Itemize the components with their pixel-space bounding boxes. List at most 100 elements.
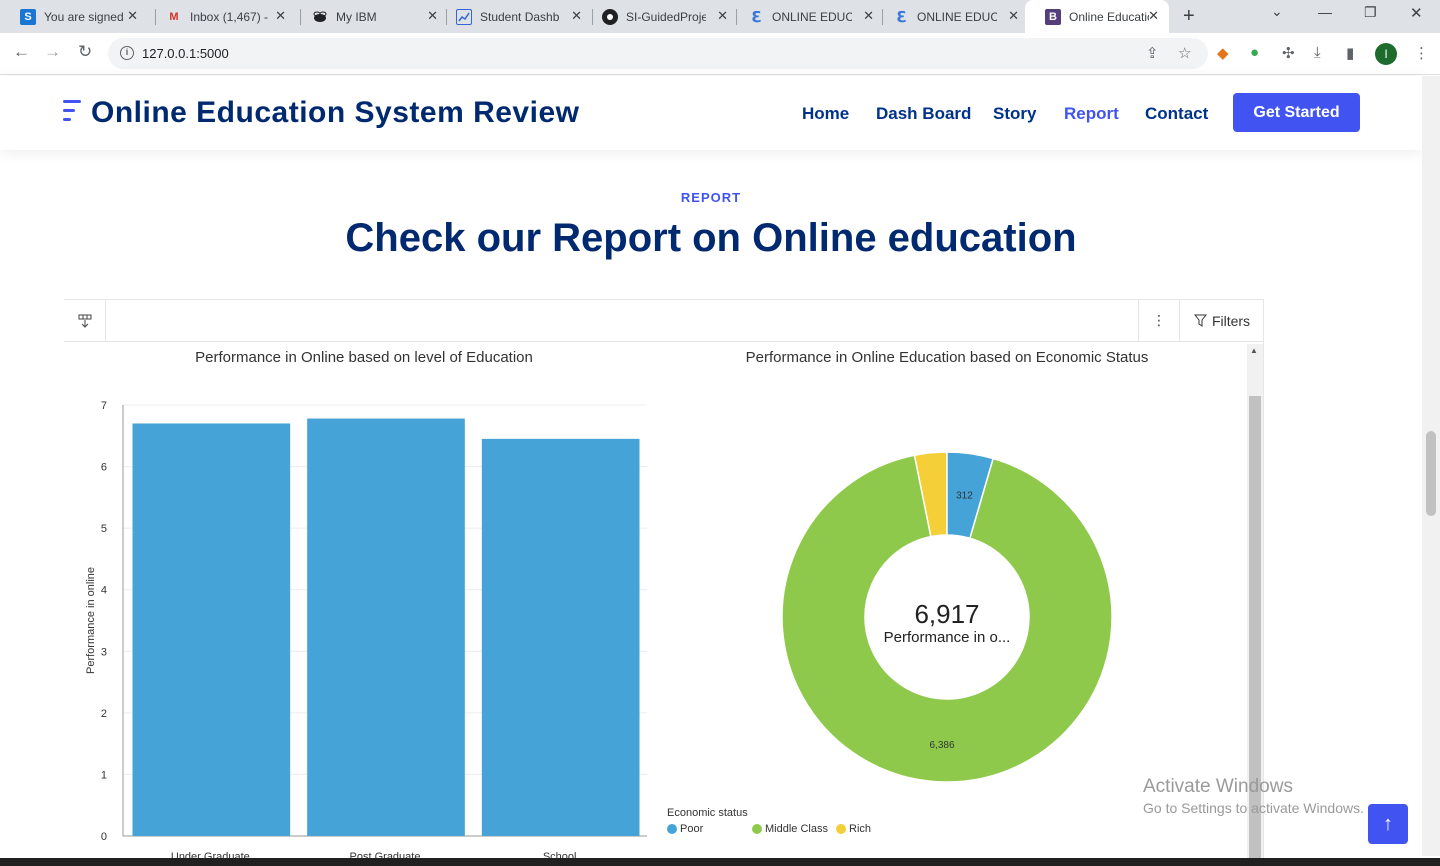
get-started-button[interactable]: Get Started — [1233, 93, 1360, 132]
legend-dot — [836, 824, 846, 834]
legend-title: Economic status — [667, 807, 748, 819]
y-tick-label: 0 — [101, 831, 107, 843]
chart-icon — [456, 8, 472, 25]
browser-tab[interactable]: ℇ ONLINE EDUCA ✕ — [873, 0, 1029, 33]
profile-avatar[interactable]: I — [1375, 43, 1397, 65]
y-tick-label: 4 — [101, 585, 107, 597]
bar — [481, 438, 640, 836]
x-tick-label: School — [543, 851, 577, 858]
download-icon[interactable]: ⤓ — [1314, 44, 1321, 61]
extension-icon[interactable]: ● — [1250, 44, 1259, 61]
browser-tab[interactable]: SI-GuidedProje ✕ — [582, 0, 738, 33]
dashboard-toolbar: ⋮ Filters — [64, 300, 1264, 342]
site-info-icon[interactable]: i — [120, 46, 134, 60]
windows-taskbar — [0, 858, 1440, 866]
close-icon[interactable]: ✕ — [275, 8, 286, 24]
back-icon[interactable]: ← — [13, 42, 30, 62]
site-icon: S — [20, 8, 36, 25]
y-tick-label: 7 — [101, 400, 107, 412]
section-title: Check our Report on Online education — [345, 216, 1077, 260]
activate-windows-watermark: Activate Windows — [1143, 776, 1293, 797]
tab-search-icon[interactable]: ⌄ — [1271, 3, 1283, 20]
minimize-icon[interactable]: — — [1318, 4, 1332, 20]
slice-label: 312 — [956, 491, 973, 502]
menu-icon[interactable] — [63, 100, 83, 124]
share-icon[interactable]: ⇪ — [1146, 44, 1159, 62]
gmail-icon: M — [169, 10, 179, 23]
browser-tab-strip: S You are signed ✕ M Inbox (1,467) - ✕ M… — [0, 0, 1440, 33]
y-tick-label: 6 — [101, 462, 107, 474]
nav-home[interactable]: Home — [802, 104, 849, 124]
side-panel-icon[interactable]: ▮ — [1346, 44, 1354, 62]
new-tab-icon[interactable]: + — [1183, 5, 1195, 28]
scroll-up-icon[interactable]: ▲ — [1250, 346, 1258, 355]
kebab-menu-icon[interactable]: ⋮ — [1414, 44, 1429, 62]
legend-item-poor[interactable]: Poor — [667, 823, 703, 835]
page-scrollbar[interactable] — [1422, 76, 1440, 856]
more-options-icon[interactable]: ⋮ — [1138, 300, 1180, 341]
close-icon[interactable]: ✕ — [717, 8, 728, 24]
bee-icon — [312, 9, 328, 25]
tab-title: Student Dashb — [480, 9, 560, 24]
site-header: Online Education System Review Home Dash… — [0, 76, 1422, 150]
legend-item-rich[interactable]: Rich — [836, 823, 871, 835]
tab-title: My IBM — [336, 9, 377, 24]
bar — [132, 423, 291, 836]
legend-dot — [752, 824, 762, 834]
metamask-icon[interactable]: ◆ — [1217, 44, 1229, 62]
forward-icon[interactable]: → — [44, 42, 61, 62]
filter-funnel-icon — [1193, 314, 1207, 327]
y-tick-label: 1 — [101, 769, 107, 781]
y-tick-label: 2 — [101, 708, 107, 720]
restore-icon[interactable]: ❐ — [1364, 4, 1377, 21]
browser-tab[interactable]: M Inbox (1,467) - ✕ — [146, 0, 296, 33]
url-text: 127.0.0.1:5000 — [142, 46, 229, 61]
legend-label: Rich — [849, 823, 872, 835]
address-bar[interactable]: i 127.0.0.1:5000 — [108, 38, 1208, 69]
nav-report[interactable]: Report — [1064, 104, 1119, 124]
browser-tab[interactable]: My IBM ✕ — [292, 0, 448, 33]
export-data-icon[interactable] — [64, 300, 106, 341]
tab-title: ONLINE EDUCA — [772, 9, 852, 24]
close-window-icon[interactable]: ✕ — [1410, 4, 1423, 22]
y-tick-label: 5 — [101, 523, 107, 535]
bar-chart: 0 1 2 3 4 5 6 7 Under Graduate Post Graduate Schoo… — [85, 400, 647, 858]
nav-dash-board[interactable]: Dash Board — [876, 104, 971, 124]
back-to-top-button[interactable]: ↑ — [1368, 804, 1408, 844]
donut-center-value: 6,917 — [914, 599, 979, 629]
site-logo[interactable]: Online Education System Review — [91, 96, 579, 130]
scrollbar-thumb[interactable] — [1426, 431, 1436, 516]
filters-button[interactable]: Filters — [1179, 300, 1264, 341]
reload-icon[interactable]: ↻ — [78, 42, 92, 62]
close-icon[interactable]: ✕ — [571, 8, 582, 24]
close-icon[interactable]: ✕ — [1148, 8, 1159, 24]
nav-story[interactable]: Story — [993, 104, 1036, 124]
browser-tab[interactable]: S You are signed ✕ — [0, 0, 148, 33]
bar-chart-title: Performance in Online based on level of … — [195, 349, 533, 366]
close-icon[interactable]: ✕ — [1008, 8, 1019, 24]
browser-tab[interactable]: ℇ ONLINE EDUCA ✕ — [728, 0, 884, 33]
tab-title: SI-GuidedProje — [626, 9, 706, 24]
tab-title: You are signed — [44, 9, 124, 24]
browser-tab[interactable]: Student Dashb ✕ — [436, 0, 592, 33]
extensions-puzzle-icon[interactable]: ✣ — [1282, 44, 1295, 62]
filters-label: Filters — [1211, 312, 1251, 329]
close-icon[interactable]: ✕ — [127, 8, 138, 24]
x-tick-label: Post Graduate — [350, 851, 421, 858]
slice-label: 6,386 — [929, 740, 954, 751]
browser-tab-active[interactable]: B Online Educatio ✕ — [1025, 0, 1169, 33]
section-tag: REPORT — [680, 190, 742, 205]
y-axis-label: Performance in online — [85, 567, 97, 674]
bookmark-star-icon[interactable]: ☆ — [1178, 44, 1191, 62]
donut-center-label: Performance in o... — [884, 629, 1011, 646]
donut-chart-title: Performance in Online Education based on… — [745, 349, 1149, 366]
arrow-up-icon: ↑ — [1383, 813, 1393, 835]
edu-icon: ℇ — [896, 8, 906, 26]
github-icon — [602, 8, 618, 25]
bar — [307, 418, 465, 836]
tab-title: Inbox (1,467) - — [190, 9, 269, 24]
nav-contact[interactable]: Contact — [1145, 104, 1208, 124]
y-tick-label: 3 — [101, 646, 107, 658]
donut-chart: 312 6,386 6,917Performance in o... — [781, 451, 1113, 783]
legend-item-middle-class[interactable]: Middle Class — [752, 823, 828, 835]
